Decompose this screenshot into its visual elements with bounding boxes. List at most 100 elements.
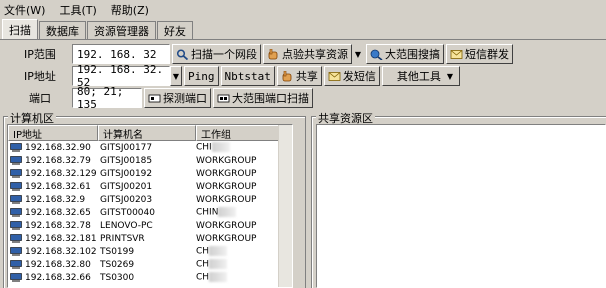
detect-port-label: 探测端口 <box>163 92 207 105</box>
list-item-workgroup: WORKGROUP <box>196 194 257 205</box>
list-item-computer-name: GITSJ00201 <box>100 181 153 192</box>
list-item[interactable]: 192.168.32.90 GITSJ00177 CHI <box>8 141 292 154</box>
list-item-ip-cell: 192.168.32.9 <box>8 195 96 205</box>
tab-friends[interactable]: 好友 <box>157 21 193 39</box>
redaction-mask <box>209 272 228 283</box>
big-search-button[interactable]: 大范围搜搞 <box>366 44 444 64</box>
list-item-workgroup-cell: WORKGROUP <box>192 169 292 179</box>
share-button[interactable]: 共享 <box>276 66 322 86</box>
port-scan-icon <box>217 94 230 102</box>
scan-segment-button[interactable]: 扫描一个网段 <box>172 44 261 64</box>
ip-range-input[interactable]: 192. 168. 32 <box>72 44 170 64</box>
list-body: 192.168.32.90 GITSJ00177 CHI 192.168.32.79 G… <box>8 141 292 284</box>
list-item-computer-name: GITSJ00203 <box>100 194 153 205</box>
list-item-computer-name: TS0199 <box>100 246 135 257</box>
verify-share-dropdown[interactable]: ▼ <box>352 44 364 64</box>
list-item-workgroup-cell: WORKGROUP <box>192 234 292 244</box>
list-item-workgroup: CHI <box>196 142 212 153</box>
send-sms-button[interactable]: 发短信 <box>323 66 380 86</box>
list-item-ip: 192.168.32.79 <box>25 155 91 166</box>
list-item-ip-cell: 192.168.32.65 <box>8 208 96 218</box>
computer-icon <box>10 221 22 230</box>
list-item-ip: 192.168.32.129 <box>25 168 97 179</box>
sms-broadcast-label: 短信群发 <box>465 48 509 61</box>
column-header-ip[interactable]: IP地址 <box>8 125 98 141</box>
list-item-ip-cell: 192.168.32.66 <box>8 273 96 283</box>
envelope-icon <box>450 49 463 59</box>
list-item[interactable]: 192.168.32.61 GITSJ00201 WORKGROUP <box>8 180 292 193</box>
list-item-workgroup-cell: WORKGROUP <box>192 182 292 192</box>
menu-help[interactable]: 帮助(Z) <box>111 2 149 18</box>
port-row: 端口 80; 21; 135 探测端口 大范围端口扫描 <box>8 85 313 111</box>
list-item-workgroup: WORKGROUP <box>196 220 257 231</box>
ip-address-label: IP地址 <box>24 70 56 83</box>
ping-button[interactable]: Ping <box>184 66 219 86</box>
vertical-scrollbar[interactable] <box>278 125 292 287</box>
hand-icon <box>268 48 278 59</box>
list-item[interactable]: 192.168.32.80 TS0269 CH <box>8 258 292 271</box>
ip-range-row: IP范围 192. 168. 32 扫描一个网段 点验共享资源 ▼ 大范围搜搞 … <box>8 44 513 64</box>
list-item-computer-name: PRINTSVR <box>100 233 145 244</box>
list-item[interactable]: 192.168.32.129 GITSJ00192 WORKGROUP <box>8 167 292 180</box>
send-sms-label: 发短信 <box>342 70 376 83</box>
port-icon <box>148 94 161 102</box>
ip-address-row: IP地址 192. 168. 32. 52 ▼ Ping Nbtstat 共享 … <box>8 63 461 89</box>
tab-database[interactable]: 数据库 <box>39 21 86 39</box>
share-resource-list[interactable] <box>316 124 606 288</box>
list-item-computer-name: LENOVO-PC <box>100 220 153 231</box>
list-item[interactable]: 192.168.32.65 GITST00040 CHIN <box>8 206 292 219</box>
list-item-ip: 192.168.32.102 <box>25 246 97 257</box>
sms-broadcast-button[interactable]: 短信群发 <box>446 44 513 64</box>
computer-icon <box>10 234 22 243</box>
share-hand-icon <box>282 70 292 81</box>
list-item-ip: 192.168.32.9 <box>25 194 86 205</box>
menu-file[interactable]: 文件(W) <box>4 2 45 18</box>
list-item-computer-name: GITSJ00192 <box>100 168 153 179</box>
list-item-workgroup: WORKGROUP <box>196 181 257 192</box>
tab-resource-manager[interactable]: 资源管理器 <box>87 21 156 39</box>
share-label: 共享 <box>295 70 318 83</box>
list-item-ip: 192.168.32.61 <box>25 181 91 192</box>
nbtstat-button[interactable]: Nbtstat <box>220 66 275 86</box>
list-item-workgroup-cell: WORKGROUP <box>192 156 292 166</box>
list-item-computer-name: GITSJ00177 <box>100 142 153 153</box>
list-item[interactable]: 192.168.32.66 TS0300 CH <box>8 271 292 284</box>
list-item-workgroup-cell: CHI <box>192 142 292 153</box>
list-item-ip-cell: 192.168.32.61 <box>8 182 96 192</box>
ip-address-dropdown[interactable]: ▼ <box>170 66 182 86</box>
globe-search-icon <box>370 49 383 60</box>
other-tools-button[interactable]: 其他工具 ▼ <box>381 66 461 86</box>
scan-segment-label: 扫描一个网段 <box>191 48 257 61</box>
list-item-workgroup-cell: WORKGROUP <box>192 221 292 231</box>
list-item-workgroup: CH <box>196 272 210 283</box>
computer-icon <box>10 169 22 178</box>
list-item-ip: 192.168.32.181 <box>25 233 97 244</box>
list-item-workgroup: WORKGROUP <box>196 155 257 166</box>
list-item[interactable]: 192.168.32.181 PRINTSVR WORKGROUP <box>8 232 292 245</box>
verify-share-button[interactable]: 点验共享资源 <box>263 44 352 64</box>
list-item-workgroup: CH <box>196 246 210 257</box>
detect-port-button[interactable]: 探测端口 <box>144 88 211 108</box>
menu-tools[interactable]: 工具(T) <box>59 2 96 18</box>
list-item-ip: 192.168.32.80 <box>25 259 91 270</box>
list-item[interactable]: 192.168.32.78 LENOVO-PC WORKGROUP <box>8 219 292 232</box>
list-item[interactable]: 192.168.32.102 TS0199 CH <box>8 245 292 258</box>
column-header-workgroup[interactable]: 工作组 <box>196 125 280 141</box>
ip-address-input[interactable]: 192. 168. 32. 52 <box>72 63 170 89</box>
list-item[interactable]: 192.168.32.9 GITSJ00203 WORKGROUP <box>8 193 292 206</box>
tab-scan[interactable]: 扫描 <box>2 19 38 39</box>
list-item-workgroup: CH <box>196 259 210 270</box>
port-input[interactable]: 80; 21; 135 <box>72 85 142 111</box>
big-port-scan-button[interactable]: 大范围端口扫描 <box>213 88 313 108</box>
computer-icon <box>10 143 22 152</box>
computer-icon <box>10 260 22 269</box>
computer-icon <box>10 208 22 217</box>
other-tools-label: 其他工具 <box>396 70 441 83</box>
column-header-computer-name[interactable]: 计算机名 <box>98 125 196 141</box>
list-item-ip-cell: 192.168.32.181 <box>8 233 97 244</box>
list-item[interactable]: 192.168.32.79 GITSJ00185 WORKGROUP <box>8 154 292 167</box>
list-item-workgroup: WORKGROUP <box>196 168 257 179</box>
computer-list[interactable]: IP地址 计算机名 工作组 192.168.32.90 GITSJ00177 CHI… <box>7 124 293 288</box>
list-item-workgroup-cell: CH <box>192 246 292 257</box>
envelope-icon <box>328 71 341 81</box>
